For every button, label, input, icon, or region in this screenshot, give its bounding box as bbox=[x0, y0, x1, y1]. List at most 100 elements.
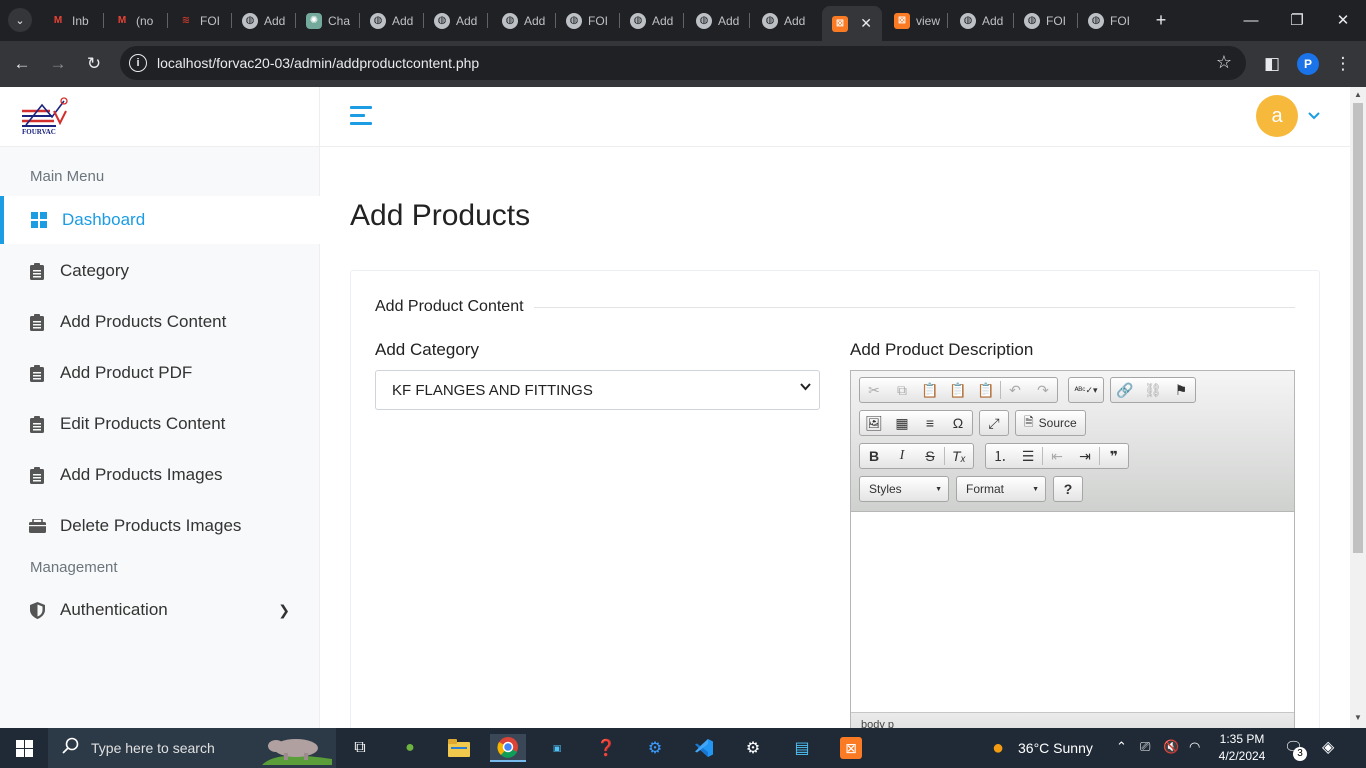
paste-icon[interactable]: 📋 bbox=[916, 378, 944, 402]
cut-icon[interactable]: ✂ bbox=[860, 378, 888, 402]
browser-tab[interactable]: ◍ FOI bbox=[1078, 6, 1142, 35]
profile-avatar[interactable]: P bbox=[1297, 53, 1319, 75]
undo-icon[interactable]: ↶ bbox=[1001, 378, 1029, 402]
back-arrow-icon[interactable]: ← bbox=[10, 52, 34, 76]
outdent-icon[interactable]: ⇤ bbox=[1043, 444, 1071, 468]
url-text[interactable]: localhost/forvac20-03/admin/addproductco… bbox=[157, 55, 479, 71]
paste-word-icon[interactable]: 📋 bbox=[972, 378, 1000, 402]
minimize-icon[interactable]: — bbox=[1236, 8, 1266, 32]
mysql-workbench-icon[interactable]: ▣ bbox=[539, 734, 575, 762]
browser-tab[interactable]: ◍ FOI bbox=[1014, 6, 1078, 35]
sidebar-item-delete-products-images[interactable]: Delete Products Images bbox=[0, 502, 320, 550]
browser-tab[interactable]: ◍ Add bbox=[686, 6, 750, 35]
spring-tool-icon[interactable]: ● bbox=[392, 734, 428, 762]
address-bar[interactable]: i localhost/forvac20-03/admin/addproduct… bbox=[120, 46, 1246, 80]
styles-dropdown[interactable]: Styles ▼ bbox=[859, 476, 949, 502]
anchor-flag-icon[interactable]: ⚑ bbox=[1167, 378, 1195, 402]
copilot-icon[interactable]: ◈ bbox=[1322, 737, 1334, 757]
close-tab-icon[interactable]: ✕ bbox=[860, 15, 872, 32]
close-window-icon[interactable]: ✕ bbox=[1328, 8, 1358, 32]
get-help-icon[interactable]: ❓ bbox=[588, 734, 624, 762]
forward-arrow-icon[interactable]: → bbox=[46, 52, 70, 76]
unlink-icon[interactable]: ⛓ bbox=[1139, 378, 1167, 402]
table-icon[interactable]: ▦ bbox=[888, 411, 916, 435]
wifi-icon[interactable]: ◠ bbox=[1189, 739, 1200, 755]
sidebar-item-add-products-content[interactable]: Add Products Content bbox=[0, 298, 320, 346]
redo-icon[interactable]: ↷ bbox=[1029, 378, 1057, 402]
bold-icon[interactable]: B bbox=[860, 444, 888, 468]
meet-now-icon[interactable]: ⎚ bbox=[1140, 739, 1150, 755]
windows-start-icon[interactable] bbox=[6, 734, 42, 762]
sidebar-item-add-products-images[interactable]: Add Products Images bbox=[0, 451, 320, 499]
menu-toggle-icon[interactable] bbox=[350, 106, 374, 128]
settings-gear-icon[interactable]: ⚙ bbox=[735, 734, 771, 762]
chevron-down-icon[interactable] bbox=[1308, 107, 1320, 123]
browser-tab[interactable]: ◍ FOI bbox=[556, 6, 620, 35]
category-select[interactable]: KF FLANGES AND FITTINGS bbox=[375, 370, 820, 410]
browser-tab[interactable]: ◍ Add bbox=[492, 6, 556, 35]
sidebar-item-category[interactable]: Category bbox=[0, 247, 320, 295]
source-button[interactable]: 🗎 Source bbox=[1015, 410, 1086, 436]
chrome-taskbar-icon[interactable] bbox=[490, 734, 526, 762]
sidebar-item-add-product-pdf[interactable]: Add Product PDF bbox=[0, 349, 320, 397]
blockquote-icon[interactable]: ❞ bbox=[1100, 444, 1128, 468]
vscode-icon[interactable] bbox=[686, 734, 722, 762]
user-avatar[interactable]: a bbox=[1256, 95, 1298, 137]
page-scrollbar[interactable]: ▲ ▼ bbox=[1350, 87, 1366, 728]
taskbar-search[interactable]: Type here to search bbox=[48, 728, 336, 768]
task-view-icon[interactable]: ⧉ bbox=[342, 734, 378, 762]
sidebar-item-edit-products-content[interactable]: Edit Products Content bbox=[0, 400, 320, 448]
file-explorer-icon[interactable] bbox=[441, 734, 477, 762]
side-panel-icon[interactable]: ◧ bbox=[1260, 52, 1284, 76]
browser-tab[interactable]: M Inb bbox=[40, 6, 104, 35]
copy-icon[interactable]: ⧉ bbox=[888, 378, 916, 402]
tray-chevron-up-icon[interactable]: ⌃ bbox=[1116, 739, 1127, 755]
browser-tab[interactable]: ⊠ view bbox=[884, 6, 948, 35]
browser-tab[interactable]: ◍ Add bbox=[950, 6, 1014, 35]
special-char-omega-icon[interactable]: Ω bbox=[944, 411, 972, 435]
format-dropdown[interactable]: Format ▼ bbox=[956, 476, 1046, 502]
browser-tab[interactable]: ◍ Add bbox=[360, 6, 424, 35]
new-tab-plus-icon[interactable]: + bbox=[1150, 9, 1172, 31]
control-panel-icon[interactable]: ▤ bbox=[784, 734, 820, 762]
xampp-taskbar-icon[interactable]: ⊠ bbox=[833, 734, 869, 762]
scrollbar-thumb[interactable] bbox=[1353, 103, 1363, 553]
indent-icon[interactable]: ⇥ bbox=[1071, 444, 1099, 468]
browser-tab-bar: ⌄ M Inb M (no ≋ FOI ◍ Add ✺ Cha ◍ Add ◍ … bbox=[0, 0, 1366, 41]
browser-tab[interactable]: ◍ Add bbox=[620, 6, 684, 35]
spellcheck-icon[interactable]: ᴬᴮᶜ✓▾ bbox=[1069, 378, 1103, 402]
restore-icon[interactable]: ❐ bbox=[1282, 8, 1312, 32]
bookmark-star-icon[interactable]: ☆ bbox=[1216, 52, 1232, 73]
sidebar-item-dashboard[interactable]: Dashboard bbox=[0, 196, 320, 244]
browser-tab[interactable]: ◍ Add bbox=[752, 6, 820, 35]
strikethrough-icon[interactable]: S bbox=[916, 444, 944, 468]
bulleted-list-icon[interactable]: ☰ bbox=[1014, 444, 1042, 468]
scroll-up-icon[interactable]: ▲ bbox=[1354, 90, 1362, 99]
browser-menu-icon[interactable]: ⋮ bbox=[1331, 52, 1355, 76]
browser-tab[interactable]: ✺ Cha bbox=[296, 6, 360, 35]
browser-tab-active[interactable]: ⊠ ✕ bbox=[822, 6, 882, 41]
browser-tab[interactable]: M (no bbox=[104, 6, 168, 35]
reload-icon[interactable]: ↻ bbox=[82, 52, 106, 76]
settings-gear-blue-icon[interactable]: ⚙ bbox=[637, 734, 673, 762]
remove-format-icon[interactable]: Tₓ bbox=[945, 444, 973, 468]
maximize-icon[interactable]: ⤢ bbox=[980, 411, 1008, 435]
numbered-list-icon[interactable]: ⒈ bbox=[986, 444, 1014, 468]
browser-tab[interactable]: ◍ Add bbox=[424, 6, 488, 35]
system-clock[interactable]: 1:35 PM 4/2/2024 bbox=[1212, 731, 1272, 765]
volume-muted-icon[interactable]: 🔇 bbox=[1163, 739, 1179, 755]
image-icon[interactable]: 🖼 bbox=[860, 411, 888, 435]
site-info-icon[interactable]: i bbox=[129, 54, 147, 72]
tab-search-chevron-icon[interactable]: ⌄ bbox=[8, 8, 32, 32]
weather-text[interactable]: 36°C Sunny bbox=[1018, 740, 1093, 756]
browser-tab[interactable]: ◍ Add bbox=[232, 6, 296, 35]
help-button[interactable]: ? bbox=[1053, 476, 1083, 502]
browser-tab[interactable]: ≋ FOI bbox=[168, 6, 232, 35]
editor-content-area[interactable] bbox=[851, 512, 1294, 712]
sidebar-item-authentication[interactable]: Authentication ❯ bbox=[0, 586, 320, 634]
horizontal-line-icon[interactable]: ≡ bbox=[916, 411, 944, 435]
italic-icon[interactable]: I bbox=[888, 444, 916, 468]
paste-text-icon[interactable]: 📋 bbox=[944, 378, 972, 402]
scroll-down-icon[interactable]: ▼ bbox=[1354, 713, 1362, 722]
link-icon[interactable]: 🔗 bbox=[1111, 378, 1139, 402]
